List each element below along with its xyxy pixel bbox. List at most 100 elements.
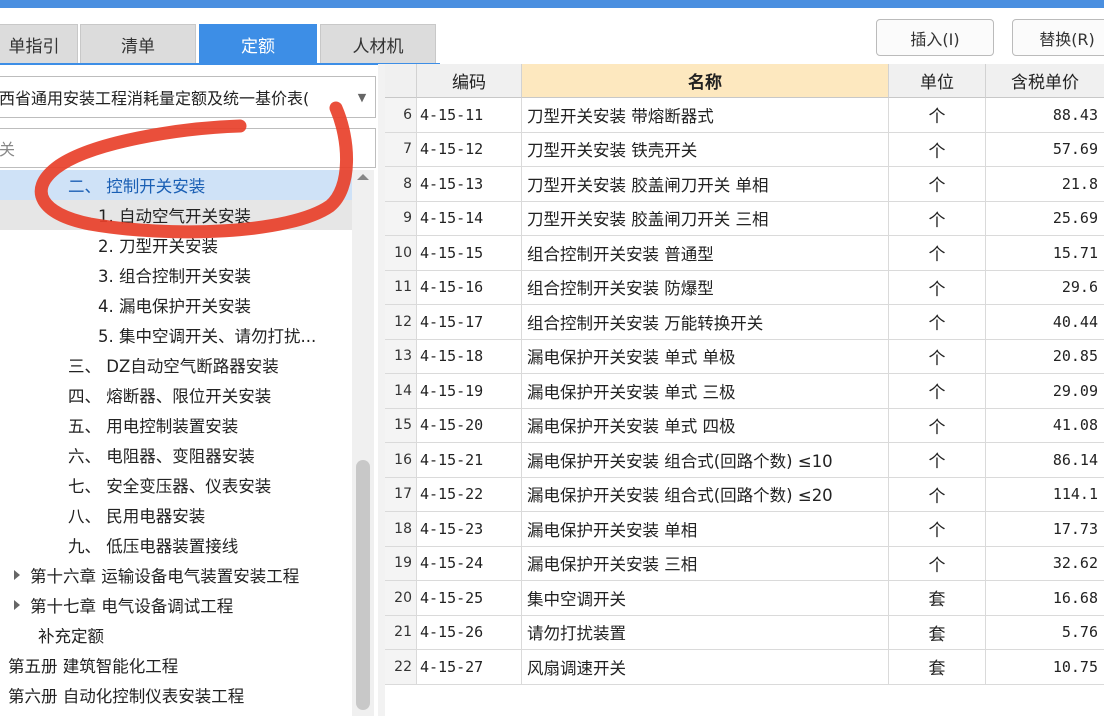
- cell-unit: 个: [889, 201, 986, 235]
- table-row[interactable]: 19 4-15-24 漏电保护开关安装 三相个 32.62: [385, 546, 1104, 581]
- cell-unit: 个: [889, 132, 986, 166]
- header-code[interactable]: 编码: [417, 64, 522, 98]
- table-row[interactable]: 21 4-15-26 请勿打扰装置套 5.76: [385, 615, 1104, 650]
- table-row[interactable]: 11 4-15-16 组合控制开关安装 防爆型个 29.6: [385, 270, 1104, 305]
- cell-name: 刀型开关安装 带熔断器式: [522, 98, 889, 132]
- tree-item[interactable]: 1. 自动空气开关安装: [0, 200, 352, 230]
- tree-item[interactable]: 六、 电阻器、变阻器安装: [0, 440, 352, 470]
- tree-item-label: 第十七章 电气设备调试工程: [30, 597, 234, 616]
- cell-price: 21.8: [1061, 174, 1098, 193]
- header-index: [385, 64, 417, 98]
- cell-price: 57.69: [1052, 140, 1098, 159]
- tab-material[interactable]: 人材机: [320, 24, 436, 64]
- tree-scrollbar[interactable]: [352, 170, 374, 716]
- tree-item[interactable]: 八、 民用电器安装: [0, 500, 352, 530]
- replace-button[interactable]: 替换(R): [1012, 19, 1104, 56]
- cell-code: 4-15-27: [417, 650, 522, 684]
- cell-name: 集中空调开关: [522, 581, 889, 615]
- expand-caret-icon[interactable]: [14, 570, 20, 580]
- table-row[interactable]: 7 4-15-12 刀型开关安装 铁壳开关个 57.69: [385, 132, 1104, 167]
- cell-unit: 个: [889, 546, 986, 580]
- tree-item[interactable]: 4. 漏电保护开关安装: [0, 290, 352, 320]
- row-index: 14: [385, 374, 417, 408]
- cell-name: 漏电保护开关安装 单式 单极: [522, 339, 889, 373]
- tree-item[interactable]: 二、 控制开关安装: [0, 170, 352, 200]
- tab-underline: [0, 63, 440, 65]
- header-name[interactable]: 名称: [522, 64, 889, 98]
- tree-item[interactable]: 九、 低压电器装置接线: [0, 530, 352, 560]
- cell-code: 4-15-21: [417, 443, 522, 477]
- cell-code: 4-15-12: [417, 132, 522, 166]
- cell-name: 漏电保护开关安装 单式 四极: [522, 408, 889, 442]
- tree-item-label: 补充定额: [38, 627, 104, 646]
- cell-code: 4-15-24: [417, 546, 522, 580]
- library-select[interactable]: 西省通用安装工程消耗量定额及统一基价表( ▼: [0, 76, 376, 118]
- tree-item-collapsed[interactable]: 第十七章 电气设备调试工程: [0, 590, 352, 620]
- row-index: 18: [385, 512, 417, 546]
- table-row[interactable]: 8 4-15-13 刀型开关安装 胶盖闸刀开关 单相个 21.8: [385, 167, 1104, 202]
- table-row[interactable]: 18 4-15-23 漏电保护开关安装 单相个 17.73: [385, 512, 1104, 547]
- table-row[interactable]: 16 4-15-21 漏电保护开关安装 组合式(回路个数) ≤10 个 86.14: [385, 443, 1104, 478]
- chevron-down-icon[interactable]: ▼: [349, 91, 375, 104]
- scrollbar-thumb[interactable]: [356, 460, 370, 710]
- cell-unit: 个: [889, 477, 986, 511]
- tree-item[interactable]: 3. 组合控制开关安装: [0, 260, 352, 290]
- cell-price: 86.14: [1052, 450, 1098, 469]
- tree-item[interactable]: 第六册 自动化控制仪表安装工程: [0, 680, 352, 710]
- tree-item[interactable]: 2. 刀型开关安装: [0, 230, 352, 260]
- cell-price: 40.44: [1052, 312, 1098, 331]
- tree-item[interactable]: 四、 熔断器、限位开关安装: [0, 380, 352, 410]
- tree-item-label: 2. 刀型开关安装: [98, 237, 218, 256]
- header-unit[interactable]: 单位: [889, 64, 986, 98]
- cell-unit: 个: [889, 408, 986, 442]
- insert-button[interactable]: 插入(I): [876, 19, 994, 56]
- cell-price: 29.09: [1052, 381, 1098, 400]
- table-row[interactable]: 9 4-15-14 刀型开关安装 胶盖闸刀开关 三相个 25.69: [385, 201, 1104, 236]
- row-index: 13: [385, 339, 417, 373]
- tree-item[interactable]: 三、 DZ自动空气断路器安装: [0, 350, 352, 380]
- row-index: 6: [385, 98, 417, 132]
- cell-name: 刀型开关安装 胶盖闸刀开关 三相: [522, 201, 889, 235]
- tree-item[interactable]: 七、 安全变压器、仪表安装: [0, 470, 352, 500]
- table-row[interactable]: 13 4-15-18 漏电保护开关安装 单式 单极个 20.85: [385, 339, 1104, 374]
- row-index: 21: [385, 615, 417, 649]
- cell-code: 4-15-25: [417, 581, 522, 615]
- row-index: 12: [385, 305, 417, 339]
- tree-item-collapsed[interactable]: 第十六章 运输设备电气装置安装工程: [0, 560, 352, 590]
- table-row[interactable]: 22 4-15-27 风扇调速开关套 10.75: [385, 650, 1104, 685]
- table-row[interactable]: 10 4-15-15 组合控制开关安装 普通型个 15.71: [385, 236, 1104, 271]
- cell-name: 风扇调速开关: [522, 650, 889, 684]
- cell-price: 88.43: [1052, 105, 1098, 124]
- cell-code: 4-15-11: [417, 98, 522, 132]
- tab-quota[interactable]: 定额: [199, 24, 317, 64]
- table-row[interactable]: 17 4-15-22 漏电保护开关安装 组合式(回路个数) ≤20 个 114.1: [385, 477, 1104, 512]
- tab-guide[interactable]: 单指引: [0, 24, 78, 64]
- cell-name: 漏电保护开关安装 单相: [522, 512, 889, 546]
- row-index: 9: [385, 201, 417, 235]
- table-row[interactable]: 20 4-15-25 集中空调开关套 16.68: [385, 581, 1104, 616]
- table-row[interactable]: 14 4-15-19 漏电保护开关安装 单式 三极个 29.09: [385, 374, 1104, 409]
- tree-item[interactable]: 第五册 建筑智能化工程: [0, 650, 352, 680]
- tree-item[interactable]: 五、 用电控制装置安装: [0, 410, 352, 440]
- scroll-up-icon[interactable]: [357, 174, 369, 180]
- tree-item-label: 三、 DZ自动空气断路器安装: [68, 357, 279, 376]
- cell-price: 10.75: [1052, 657, 1098, 676]
- expand-caret-icon[interactable]: [14, 600, 20, 610]
- row-index: 19: [385, 546, 417, 580]
- row-index: 17: [385, 477, 417, 511]
- cell-unit: 个: [889, 443, 986, 477]
- cell-name: 漏电保护开关安装 单式 三极: [522, 374, 889, 408]
- tab-bill[interactable]: 清单: [80, 24, 196, 64]
- table-row[interactable]: 15 4-15-20 漏电保护开关安装 单式 四极个 41.08: [385, 408, 1104, 443]
- header-price[interactable]: 含税单价: [986, 64, 1104, 98]
- tree-item[interactable]: 5. 集中空调开关、请勿打扰...: [0, 320, 352, 350]
- cell-code: 4-15-15: [417, 236, 522, 270]
- table-row[interactable]: 12 4-15-17 组合控制开关安装 万能转换开关个 40.44: [385, 305, 1104, 340]
- table-row[interactable]: 6 4-15-11 刀型开关安装 带熔断器式个 88.43: [385, 98, 1104, 133]
- tree-item[interactable]: 补充定额: [0, 620, 352, 650]
- cell-code: 4-15-19: [417, 374, 522, 408]
- panel-divider[interactable]: [378, 64, 385, 716]
- search-input[interactable]: 关: [0, 128, 376, 168]
- cell-unit: 个: [889, 236, 986, 270]
- cell-price: 114.1: [1052, 485, 1098, 504]
